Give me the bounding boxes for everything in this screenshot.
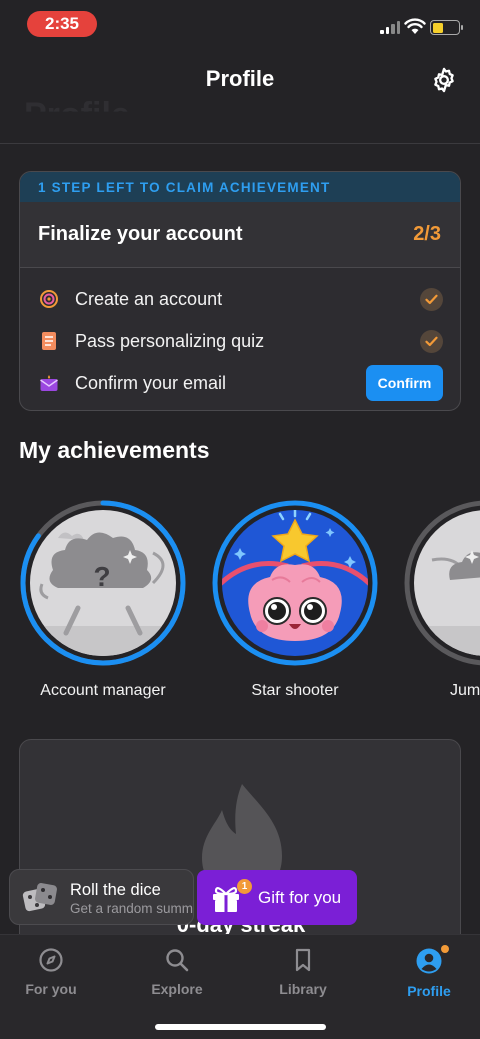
dice-title: Roll the dice xyxy=(70,881,161,899)
achievements-title: My achievements xyxy=(19,437,210,463)
roll-the-dice-button[interactable]: Roll the dice Get a random summ xyxy=(9,869,194,925)
check-icon xyxy=(420,287,443,311)
status-time: 2:35 xyxy=(27,11,97,37)
achievement-badge-star-shooter[interactable] xyxy=(210,498,380,668)
claim-header: Finalize your account 2/3 xyxy=(20,202,460,268)
tab-explore[interactable]: Explore xyxy=(127,947,227,1003)
tab-label: Profile xyxy=(407,983,451,999)
task-label: Create an account xyxy=(75,288,223,309)
achievement-badge-jum-clip xyxy=(402,498,480,668)
tab-label: For you xyxy=(25,981,77,997)
achievement-label: Jum xyxy=(450,682,480,699)
svg-text:?: ? xyxy=(93,561,110,592)
achievement-label-clip: Jum xyxy=(402,682,480,704)
wifi-icon xyxy=(404,18,426,34)
achievement-label: Account manager xyxy=(40,682,166,699)
check-icon xyxy=(420,329,443,353)
tab-library[interactable]: Library xyxy=(253,947,353,1003)
task-label: Pass personalizing quiz xyxy=(75,330,265,351)
bookmark-icon xyxy=(295,948,311,972)
claim-banner: 1 STEP LEFT TO CLAIM ACHIEVEMENT xyxy=(20,172,460,202)
achievement-badge-jum[interactable] xyxy=(402,498,480,668)
header: Profile Profile xyxy=(0,48,480,144)
task-confirm-email: Confirm your email Confirm xyxy=(20,363,460,403)
mail-icon xyxy=(38,372,60,394)
battery-cap xyxy=(461,25,463,30)
dice-subtitle: Get a random summ xyxy=(70,901,194,916)
claim-progress: 2/3 xyxy=(413,223,441,245)
header-divider xyxy=(0,143,480,144)
battery-icon xyxy=(430,20,460,35)
large-title-ghost: Profile xyxy=(24,96,130,134)
user-icon xyxy=(416,948,442,974)
tab-profile[interactable]: Profile xyxy=(379,945,479,1003)
task-personalizing-quiz: Pass personalizing quiz xyxy=(20,321,460,361)
compass-icon xyxy=(39,948,63,972)
gift-for-you-button[interactable]: 1 Gift for you xyxy=(197,870,357,925)
tab-for-you[interactable]: For you xyxy=(1,947,101,1003)
notification-dot xyxy=(441,945,449,953)
signal-icon xyxy=(380,21,400,34)
page-title: Profile xyxy=(205,66,275,91)
home-indicator xyxy=(155,1024,326,1030)
task-label: Confirm your email xyxy=(75,372,227,393)
confirm-email-button[interactable]: Confirm xyxy=(366,365,443,401)
notebook-icon xyxy=(38,330,60,352)
tab-label: Library xyxy=(279,981,327,997)
target-icon xyxy=(38,288,60,310)
gift-label: Gift for you xyxy=(258,888,342,907)
tab-label: Explore xyxy=(151,981,203,997)
gear-icon[interactable] xyxy=(430,66,458,94)
task-create-account: Create an account xyxy=(20,279,460,319)
dice-icon xyxy=(22,883,57,912)
gift-count-badge: 1 xyxy=(237,879,252,894)
search-icon xyxy=(166,949,189,972)
achievement-label: Star shooter xyxy=(251,682,339,699)
claim-achievement-card: 1 STEP LEFT TO CLAIM ACHIEVEMENT Finaliz… xyxy=(19,171,461,411)
status-bar: 2:35 xyxy=(0,0,480,48)
achievement-badge-account-manager[interactable]: ? xyxy=(18,498,188,668)
claim-title: Finalize your account xyxy=(38,223,243,245)
